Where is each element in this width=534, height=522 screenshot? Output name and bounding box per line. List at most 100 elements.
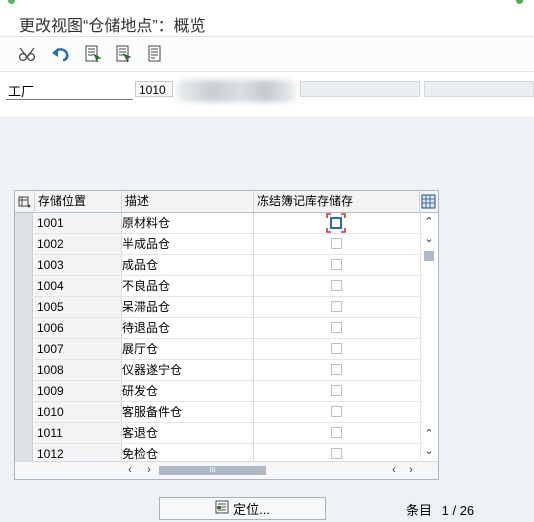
row-selector[interactable] bbox=[15, 255, 33, 275]
page-title: 更改视图“仓储地点”：概览 bbox=[19, 18, 206, 35]
field-underline bbox=[6, 99, 133, 100]
table-row[interactable]: 1001 原材料仓 bbox=[15, 213, 420, 234]
frozen-stock-checkbox[interactable] bbox=[331, 364, 342, 375]
cell-description[interactable]: 半成品仓 bbox=[122, 234, 254, 254]
vertical-scrollbar[interactable]: ⌃ ⌄ ⌃ ⌄ bbox=[420, 213, 438, 459]
focus-indicator bbox=[326, 213, 346, 233]
cell-description[interactable]: 待退品仓 bbox=[122, 318, 254, 338]
cell-description[interactable]: 客服备件仓 bbox=[122, 402, 254, 422]
table-row[interactable]: 1005 呆滞品仓 bbox=[15, 297, 420, 318]
frozen-stock-checkbox[interactable] bbox=[331, 343, 342, 354]
undo-icon[interactable] bbox=[50, 43, 72, 65]
cell-description[interactable]: 不良品仓 bbox=[122, 276, 254, 296]
row-selector[interactable] bbox=[15, 318, 33, 338]
scroll-right-icon[interactable]: › bbox=[142, 463, 156, 477]
cell-frozen-stock bbox=[254, 276, 420, 296]
frozen-stock-checkbox[interactable] bbox=[331, 280, 342, 291]
scroll-left-icon[interactable]: ‹ bbox=[123, 463, 137, 477]
cell-description[interactable]: 仪器遂宁仓 bbox=[122, 360, 254, 380]
locate-label: 定位... bbox=[233, 502, 270, 517]
column-header-location[interactable]: 存储位置 bbox=[35, 191, 122, 212]
row-selector[interactable] bbox=[15, 360, 33, 380]
scroll-left-end-icon[interactable]: ‹ bbox=[387, 463, 401, 477]
cell-location-code: 1002 bbox=[35, 234, 122, 254]
frozen-stock-checkbox[interactable] bbox=[331, 322, 342, 333]
cell-location-code: 1004 bbox=[35, 276, 122, 296]
cell-location-code: 1006 bbox=[35, 318, 122, 338]
list-select-icon[interactable] bbox=[82, 43, 104, 65]
plant-name-field bbox=[300, 81, 420, 97]
cell-description[interactable]: 成品仓 bbox=[122, 255, 254, 275]
cell-location-code: 1009 bbox=[35, 381, 122, 401]
horizontal-scrollbar[interactable]: ‹ › III ‹ › bbox=[15, 461, 438, 479]
table-row[interactable]: 1010 客服备件仓 bbox=[15, 402, 420, 423]
storage-location-table: 存储位置 描述 冻结簿记库存储存 1001 原材料仓 1002 半成品仓 1003 成品仓… bbox=[14, 190, 439, 480]
row-selector[interactable] bbox=[15, 213, 33, 233]
table-row[interactable]: 1011 客退仓 bbox=[15, 423, 420, 444]
cell-description[interactable]: 客退仓 bbox=[122, 423, 254, 443]
row-selector[interactable] bbox=[15, 297, 33, 317]
locate-icon bbox=[215, 500, 229, 517]
table-row[interactable]: 1007 展厅仓 bbox=[15, 339, 420, 360]
row-selector[interactable] bbox=[15, 276, 33, 296]
table-header: 存储位置 描述 冻结簿记库存储存 bbox=[15, 191, 438, 213]
cell-frozen-stock bbox=[254, 255, 420, 275]
row-selector[interactable] bbox=[15, 402, 33, 422]
table-row[interactable]: 1003 成品仓 bbox=[15, 255, 420, 276]
status-dot-icon bbox=[8, 0, 15, 4]
cell-frozen-stock bbox=[254, 402, 420, 422]
scroll-right-end-icon[interactable]: › bbox=[404, 463, 418, 477]
cell-description[interactable]: 展厅仓 bbox=[122, 339, 254, 359]
scroll-thumb[interactable] bbox=[424, 251, 434, 261]
toolbar bbox=[0, 37, 534, 72]
select-all-icon[interactable] bbox=[15, 191, 35, 212]
cell-frozen-stock bbox=[254, 234, 420, 254]
document-select-icon[interactable] bbox=[113, 43, 135, 65]
document-icon[interactable] bbox=[144, 43, 166, 65]
entries-counter: 条目 1 / 26 bbox=[406, 500, 474, 519]
column-header-description[interactable]: 描述 bbox=[122, 191, 254, 212]
glasses-icon[interactable] bbox=[16, 43, 38, 65]
page-down-icon[interactable]: ⌃ bbox=[422, 427, 436, 441]
plant-label: 工厂 bbox=[8, 84, 35, 99]
row-selector[interactable] bbox=[15, 339, 33, 359]
cell-location-code: 1011 bbox=[35, 423, 122, 443]
frozen-stock-checkbox[interactable] bbox=[331, 259, 342, 270]
scroll-up-icon[interactable]: ⌃ bbox=[422, 215, 436, 229]
frozen-stock-checkbox[interactable] bbox=[331, 385, 342, 396]
redacted-plant-name bbox=[176, 80, 296, 102]
cell-frozen-stock bbox=[254, 423, 420, 443]
column-header-frozen-stock[interactable]: 冻结簿记库存储存 bbox=[254, 191, 420, 212]
frozen-stock-checkbox[interactable] bbox=[331, 238, 342, 249]
cell-description[interactable]: 研发仓 bbox=[122, 381, 254, 401]
column-settings-icon[interactable] bbox=[420, 191, 438, 212]
cell-frozen-stock bbox=[254, 360, 420, 380]
table-row[interactable]: 1009 研发仓 bbox=[15, 381, 420, 402]
cell-description[interactable]: 原材料仓 bbox=[122, 213, 254, 233]
page-up-icon[interactable]: ⌄ bbox=[422, 232, 436, 246]
scroll-down-icon[interactable]: ⌄ bbox=[422, 444, 436, 458]
cell-location-code: 1008 bbox=[35, 360, 122, 380]
table-row[interactable]: 1008 仪器遂宁仓 bbox=[15, 360, 420, 381]
cell-frozen-stock bbox=[254, 297, 420, 317]
cell-frozen-stock bbox=[254, 318, 420, 338]
row-selector[interactable] bbox=[15, 381, 33, 401]
table-row[interactable]: 1004 不良品仓 bbox=[15, 276, 420, 297]
cell-description[interactable]: 呆滞品仓 bbox=[122, 297, 254, 317]
table-row[interactable]: 1006 待退品仓 bbox=[15, 318, 420, 339]
table-row[interactable]: 1002 半成品仓 bbox=[15, 234, 420, 255]
row-selector[interactable] bbox=[15, 423, 33, 443]
cell-location-code: 1005 bbox=[35, 297, 122, 317]
plant-field: 1010 bbox=[135, 81, 173, 97]
frozen-stock-checkbox[interactable] bbox=[331, 406, 342, 417]
frozen-stock-checkbox[interactable] bbox=[331, 301, 342, 312]
h-scroll-thumb[interactable]: III bbox=[159, 466, 266, 475]
cell-location-code: 1003 bbox=[35, 255, 122, 275]
row-selector[interactable] bbox=[15, 234, 33, 254]
frozen-stock-checkbox[interactable] bbox=[331, 448, 342, 459]
cell-location-code: 1001 bbox=[35, 213, 122, 233]
frozen-stock-checkbox[interactable] bbox=[331, 427, 342, 438]
locate-button[interactable]: 定位... bbox=[159, 497, 326, 520]
cell-frozen-stock bbox=[254, 213, 420, 233]
cell-frozen-stock bbox=[254, 339, 420, 359]
